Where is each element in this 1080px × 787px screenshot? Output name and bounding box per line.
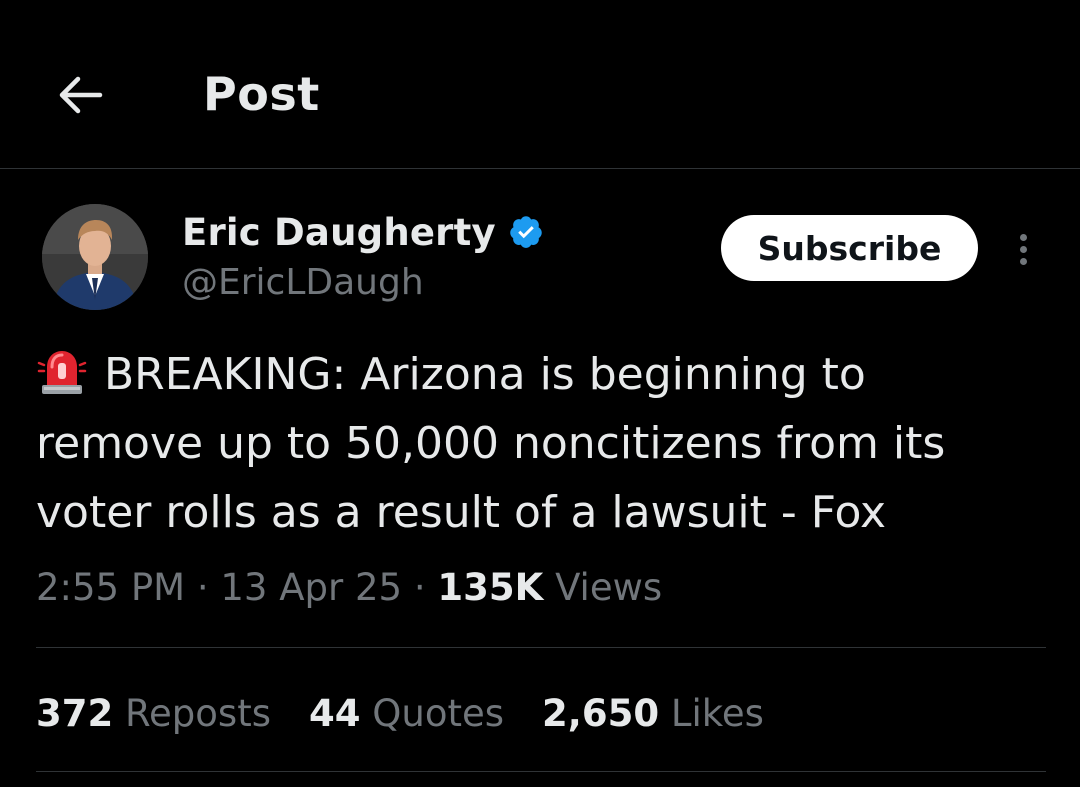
- meta-separator: ·: [196, 566, 209, 609]
- meta-separator: ·: [413, 566, 426, 609]
- views-count: 135K: [437, 566, 544, 609]
- verified-badge-icon[interactable]: [508, 214, 544, 250]
- author-handle[interactable]: @EricLDaugh: [182, 260, 424, 306]
- author-row: Eric Daugherty: [182, 208, 544, 256]
- quotes-count: 44: [309, 692, 361, 735]
- back-button[interactable]: [48, 64, 110, 126]
- more-vertical-icon: [1019, 233, 1027, 241]
- post-body: BREAKING: Arizona is beginning to remove…: [36, 340, 1046, 547]
- post-meta: 2:55 PM · 13 Apr 25 · 135K Views: [36, 562, 662, 614]
- rotating-light-icon: [37, 351, 87, 394]
- post-text: BREAKING: Arizona is beginning to remove…: [36, 349, 946, 538]
- likes-count: 2,650: [542, 692, 660, 735]
- avatar[interactable]: [42, 204, 148, 310]
- top-bar: Post: [0, 0, 1080, 169]
- author-name[interactable]: Eric Daugherty: [182, 211, 496, 254]
- arrow-left-icon: [59, 76, 103, 114]
- page-title: Post: [203, 67, 320, 121]
- reposts-count: 372: [36, 692, 114, 735]
- post-date[interactable]: 13 Apr 25: [220, 566, 402, 609]
- subscribe-button[interactable]: Subscribe: [721, 215, 978, 281]
- reposts-label: Reposts: [125, 692, 271, 735]
- quotes-stat[interactable]: 44 Quotes: [309, 688, 504, 740]
- views-label: Views: [555, 566, 663, 609]
- engagement-stats: 372 Reposts 44 Quotes 2,650 Likes: [36, 688, 802, 740]
- likes-label: Likes: [670, 692, 764, 735]
- quotes-label: Quotes: [372, 692, 505, 735]
- more-options-button[interactable]: [1006, 228, 1040, 270]
- reposts-stat[interactable]: 372 Reposts: [36, 688, 271, 740]
- divider: [36, 771, 1046, 772]
- post-time[interactable]: 2:55 PM: [36, 566, 185, 609]
- divider: [36, 647, 1046, 648]
- likes-stat[interactable]: 2,650 Likes: [542, 688, 764, 740]
